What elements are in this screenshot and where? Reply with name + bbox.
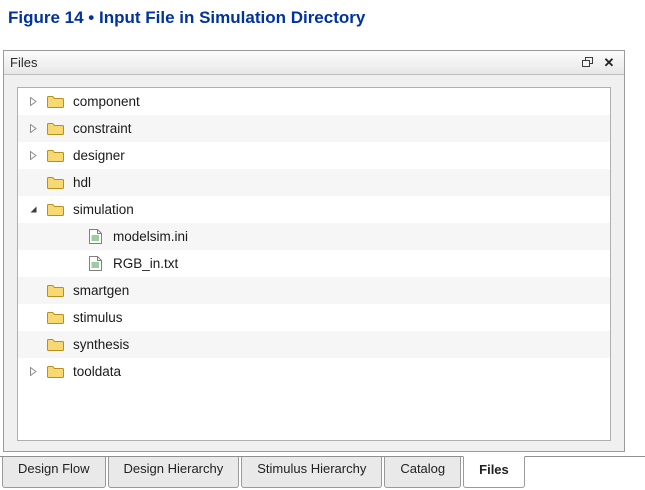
expander-collapsed-icon[interactable] [26, 151, 41, 160]
folder-icon [45, 176, 65, 189]
tree-item-component[interactable]: component [18, 88, 610, 115]
tree-item-label: component [73, 94, 140, 109]
file-icon [85, 229, 105, 244]
tab-files[interactable]: Files [463, 456, 525, 488]
tree-item-synthesis[interactable]: synthesis [18, 331, 610, 358]
tree-item-designer[interactable]: designer [18, 142, 610, 169]
tree-item-hdl[interactable]: hdl [18, 169, 610, 196]
folder-icon [45, 95, 65, 108]
tree-item-label: hdl [73, 175, 92, 190]
tree-item-label: synthesis [73, 337, 130, 352]
file-tree: component constraint designer hdl simulation… [17, 87, 611, 441]
tree-item-label: modelsim.ini [113, 229, 189, 244]
tree-item-label: designer [73, 148, 125, 163]
close-icon[interactable]: ✕ [600, 55, 618, 71]
tree-item-label: constraint [73, 121, 132, 136]
tree-item-stimulus[interactable]: stimulus [18, 304, 610, 331]
tree-item-constraint[interactable]: constraint [18, 115, 610, 142]
expander-collapsed-icon[interactable] [26, 367, 41, 376]
expander-collapsed-icon[interactable] [26, 97, 41, 106]
tree-item-label: tooldata [73, 364, 122, 379]
bottom-tab-bar: Design Flow Design Hierarchy Stimulus Hier… [0, 456, 645, 488]
panel-title: Files [10, 55, 38, 70]
panel-titlebar: Files ✕ [4, 51, 624, 75]
folder-icon [45, 311, 65, 324]
tree-item-label: RGB_in.txt [113, 256, 179, 271]
tree-item-smartgen[interactable]: smartgen [18, 277, 610, 304]
expander-collapsed-icon[interactable] [26, 124, 41, 133]
tree-item-tooldata[interactable]: tooldata [18, 358, 610, 385]
tab-catalog[interactable]: Catalog [384, 457, 462, 488]
float-window-icon[interactable] [578, 55, 596, 71]
folder-icon [45, 338, 65, 351]
folder-icon [45, 203, 65, 216]
tree-item-rgb-in-txt[interactable]: RGB_in.txt [18, 250, 610, 277]
folder-icon [45, 149, 65, 162]
tab-design-flow[interactable]: Design Flow [2, 457, 106, 488]
tab-stimulus-hierarchy[interactable]: Stimulus Hierarchy [241, 457, 383, 488]
tree-item-simulation[interactable]: simulation [18, 196, 610, 223]
expander-expanded-icon[interactable] [26, 205, 41, 214]
folder-icon [45, 122, 65, 135]
tree-item-label: smartgen [73, 283, 130, 298]
tree-item-modelsim-ini[interactable]: modelsim.ini [18, 223, 610, 250]
folder-icon [45, 365, 65, 378]
figure-caption: Figure 14 • Input File in Simulation Dir… [8, 8, 366, 27]
file-icon [85, 256, 105, 271]
tree-item-label: stimulus [73, 310, 123, 325]
folder-icon [45, 284, 65, 297]
tab-design-hierarchy[interactable]: Design Hierarchy [107, 457, 240, 488]
files-panel: Files ✕ component constraint designer hdl si… [3, 50, 625, 452]
tree-item-label: simulation [73, 202, 134, 217]
